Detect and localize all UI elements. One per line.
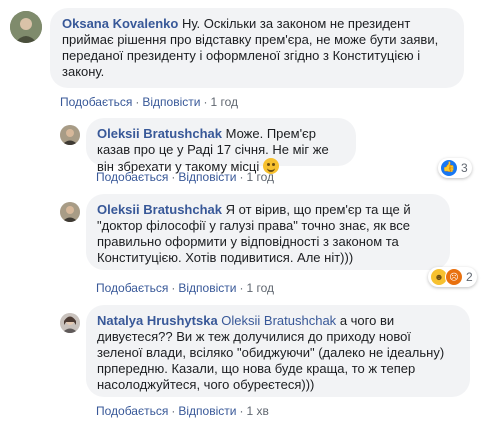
comment-bubble: Oleksii Bratushchak Я от вірив, що прем'…: [86, 194, 450, 270]
reaction-count: 2: [466, 270, 473, 284]
profile-photo-icon: [60, 125, 80, 145]
comment-time[interactable]: 1 год: [210, 95, 238, 109]
like-icon: 👍: [440, 159, 458, 177]
comment-actions: Подобається · Відповісти · 1 хв: [96, 404, 269, 418]
reaction-count: 3: [461, 161, 468, 175]
profile-photo-icon: [10, 11, 42, 43]
profile-photo-icon: [60, 313, 80, 333]
like-link[interactable]: Подобається: [96, 281, 168, 295]
avatar[interactable]: [60, 125, 80, 145]
reaction-summary[interactable]: ☻ ☹ 2: [428, 267, 477, 287]
comment-author[interactable]: Natalya Hrushytska: [97, 313, 218, 328]
angry-icon: ☹: [445, 268, 463, 286]
comment-bubble: Oksana Kovalenko Ну. Оскільки за законом…: [50, 8, 464, 88]
avatar[interactable]: [10, 11, 42, 43]
comment-time[interactable]: 1 год: [246, 281, 274, 295]
reply-link[interactable]: Відповісти: [178, 404, 236, 418]
comment-actions: Подобається · Відповісти · 1 год: [96, 281, 274, 295]
comment-actions: Подобається · Відповісти · 1 год: [96, 170, 274, 184]
reaction-summary[interactable]: 👍 3: [438, 158, 472, 178]
comment-bubble: Natalya Hrushytska Oleksii Bratushchak а…: [86, 305, 470, 397]
reply-link[interactable]: Відповісти: [142, 95, 200, 109]
reply-link[interactable]: Відповісти: [178, 170, 236, 184]
comment-actions: Подобається · Відповісти · 1 год: [60, 95, 238, 109]
comment-time[interactable]: 1 год: [246, 170, 274, 184]
avatar[interactable]: [60, 313, 80, 333]
comment-time[interactable]: 1 хв: [246, 404, 268, 418]
tagged-user[interactable]: Oleksii Bratushchak: [221, 313, 336, 328]
profile-photo-icon: [60, 202, 80, 222]
reply-link[interactable]: Відповісти: [178, 281, 236, 295]
comment-author[interactable]: Oleksii Bratushchak: [97, 126, 222, 141]
like-link[interactable]: Подобається: [96, 404, 168, 418]
comment-author[interactable]: Oleksii Bratushchak: [97, 202, 222, 217]
comment-author[interactable]: Oksana Kovalenko: [62, 16, 178, 31]
comment-bubble: Oleksii Bratushchak Може. Прем'єр казав …: [86, 118, 356, 174]
like-link[interactable]: Подобається: [96, 170, 168, 184]
like-link[interactable]: Подобається: [60, 95, 132, 109]
avatar[interactable]: [60, 202, 80, 222]
